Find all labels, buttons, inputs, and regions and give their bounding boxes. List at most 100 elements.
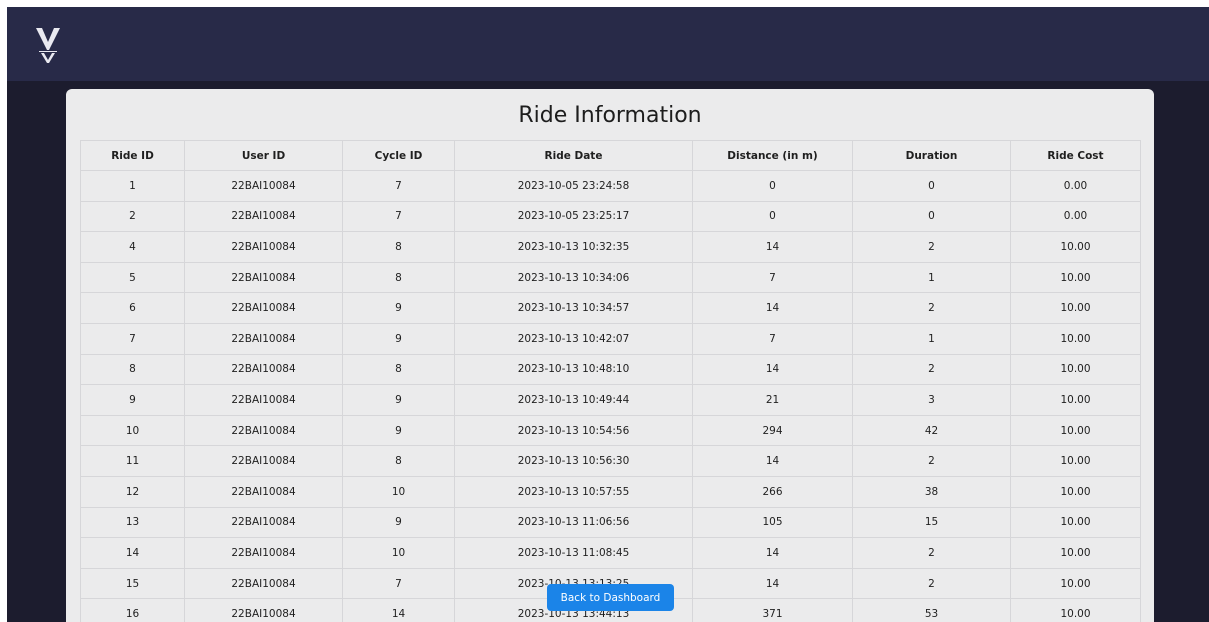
table-row: 4 22BAI10084 8 2023-10-13 10:32:35 14 2 10.00 [80, 231, 1141, 263]
cell-ride-id: 2 [80, 200, 185, 233]
cell-ride-cost: 10.00 [1010, 537, 1141, 569]
cell-distance: 21 [692, 384, 853, 416]
cell-distance: 105 [692, 506, 853, 539]
cell-ride-date: 2023-10-13 11:08:45 [454, 537, 693, 569]
cell-duration: 38 [852, 475, 1011, 508]
cell-distance: 14 [692, 353, 853, 386]
cell-user-id: 22BAI10084 [184, 537, 343, 569]
column-header-cycle-id: Cycle ID [342, 140, 455, 171]
cell-distance: 371 [692, 598, 853, 622]
cell-ride-cost: 10.00 [1010, 414, 1141, 447]
cell-ride-date: 2023-10-13 10:54:56 [454, 414, 693, 447]
table-row: 6 22BAI10084 9 2023-10-13 10:34:57 14 2 10.00 [80, 292, 1141, 324]
cell-duration: 2 [852, 231, 1011, 263]
table-row: 10 22BAI10084 9 2023-10-13 10:54:56 294 42 10.… [80, 414, 1141, 447]
cell-ride-id: 15 [80, 567, 185, 600]
cell-ride-id: 9 [80, 384, 185, 416]
cell-duration: 2 [852, 537, 1011, 569]
cell-distance: 294 [692, 414, 853, 447]
cell-ride-date: 2023-10-13 11:06:56 [454, 506, 693, 539]
table-row: 7 22BAI10084 9 2023-10-13 10:42:07 7 1 10.00 [80, 322, 1141, 355]
column-header-user-id: User ID [184, 140, 343, 171]
cell-ride-id: 1 [80, 170, 185, 202]
column-header-duration: Duration [852, 140, 1011, 171]
column-header-ride-cost: Ride Cost [1010, 140, 1141, 171]
cell-ride-cost: 0.00 [1010, 200, 1141, 233]
column-header-ride-id: Ride ID [80, 140, 185, 171]
cell-user-id: 22BAI10084 [184, 292, 343, 324]
cell-distance: 14 [692, 445, 853, 477]
app-frame: Ride Information Ride ID User ID Cycle ID R… [7, 7, 1209, 622]
cell-user-id: 22BAI10084 [184, 261, 343, 294]
cell-user-id: 22BAI10084 [184, 170, 343, 202]
cell-ride-id: 5 [80, 261, 185, 294]
table-body: 1 22BAI10084 7 2023-10-05 23:24:58 0 0 0.00 2 22… [80, 170, 1141, 622]
cell-distance: 14 [692, 231, 853, 263]
cell-cycle-id: 8 [342, 353, 455, 386]
cell-user-id: 22BAI10084 [184, 414, 343, 447]
cell-distance: 0 [692, 170, 853, 202]
column-header-distance: Distance (in m) [692, 140, 853, 171]
cell-ride-cost: 10.00 [1010, 445, 1141, 477]
cell-cycle-id: 7 [342, 567, 455, 600]
cell-cycle-id: 9 [342, 322, 455, 355]
cell-ride-date: 2023-10-13 10:49:44 [454, 384, 693, 416]
rides-table: Ride ID User ID Cycle ID Ride Date Distance … [80, 140, 1141, 622]
cell-duration: 42 [852, 414, 1011, 447]
cell-duration: 1 [852, 261, 1011, 294]
cell-user-id: 22BAI10084 [184, 231, 343, 263]
cell-user-id: 22BAI10084 [184, 598, 343, 622]
cell-cycle-id: 9 [342, 414, 455, 447]
table-row: 12 22BAI10084 10 2023-10-13 10:57:55 266 38 10… [80, 475, 1141, 508]
cell-user-id: 22BAI10084 [184, 445, 343, 477]
cell-cycle-id: 9 [342, 292, 455, 324]
cell-ride-date: 2023-10-13 10:34:57 [454, 292, 693, 324]
cell-ride-cost: 10.00 [1010, 506, 1141, 539]
cell-duration: 1 [852, 322, 1011, 355]
cell-cycle-id: 8 [342, 231, 455, 263]
cell-ride-cost: 10.00 [1010, 231, 1141, 263]
cell-ride-cost: 10.00 [1010, 567, 1141, 600]
table-row: 13 22BAI10084 9 2023-10-13 11:06:56 105 15 10.… [80, 506, 1141, 539]
cell-cycle-id: 9 [342, 506, 455, 539]
table-header-row: Ride ID User ID Cycle ID Ride Date Distance … [80, 140, 1141, 171]
back-to-dashboard-button[interactable]: Back to Dashboard [547, 584, 674, 611]
cell-cycle-id: 9 [342, 384, 455, 416]
table-row: 1 22BAI10084 7 2023-10-05 23:24:58 0 0 0.00 [80, 170, 1141, 202]
cell-duration: 3 [852, 384, 1011, 416]
cell-duration: 2 [852, 292, 1011, 324]
cell-distance: 14 [692, 537, 853, 569]
page-title: Ride Information [518, 103, 702, 128]
cell-ride-date: 2023-10-13 10:48:10 [454, 353, 693, 386]
cell-ride-cost: 10.00 [1010, 598, 1141, 622]
cell-ride-cost: 10.00 [1010, 475, 1141, 508]
cell-ride-date: 2023-10-13 10:34:06 [454, 261, 693, 294]
cell-ride-id: 4 [80, 231, 185, 263]
cell-user-id: 22BAI10084 [184, 322, 343, 355]
table-row: 11 22BAI10084 8 2023-10-13 10:56:30 14 2 10.00 [80, 445, 1141, 477]
cell-user-id: 22BAI10084 [184, 567, 343, 600]
cell-user-id: 22BAI10084 [184, 475, 343, 508]
cell-ride-id: 7 [80, 322, 185, 355]
cell-distance: 266 [692, 475, 853, 508]
cell-ride-cost: 10.00 [1010, 261, 1141, 294]
cell-cycle-id: 7 [342, 200, 455, 233]
cell-duration: 0 [852, 200, 1011, 233]
cell-cycle-id: 10 [342, 475, 455, 508]
cell-ride-cost: 10.00 [1010, 384, 1141, 416]
cell-cycle-id: 8 [342, 261, 455, 294]
table-header: Ride ID User ID Cycle ID Ride Date Distance … [80, 140, 1141, 171]
cell-duration: 2 [852, 567, 1011, 600]
cell-cycle-id: 7 [342, 170, 455, 202]
cell-duration: 2 [852, 353, 1011, 386]
v-monogram-logo-icon[interactable] [35, 24, 61, 64]
cell-ride-date: 2023-10-05 23:25:17 [454, 200, 693, 233]
cell-ride-id: 16 [80, 598, 185, 622]
cell-user-id: 22BAI10084 [184, 384, 343, 416]
cell-duration: 15 [852, 506, 1011, 539]
cell-ride-id: 8 [80, 353, 185, 386]
table-row: 2 22BAI10084 7 2023-10-05 23:25:17 0 0 0.00 [80, 200, 1141, 233]
cell-distance: 0 [692, 200, 853, 233]
cell-ride-date: 2023-10-05 23:24:58 [454, 170, 693, 202]
cell-distance: 7 [692, 261, 853, 294]
